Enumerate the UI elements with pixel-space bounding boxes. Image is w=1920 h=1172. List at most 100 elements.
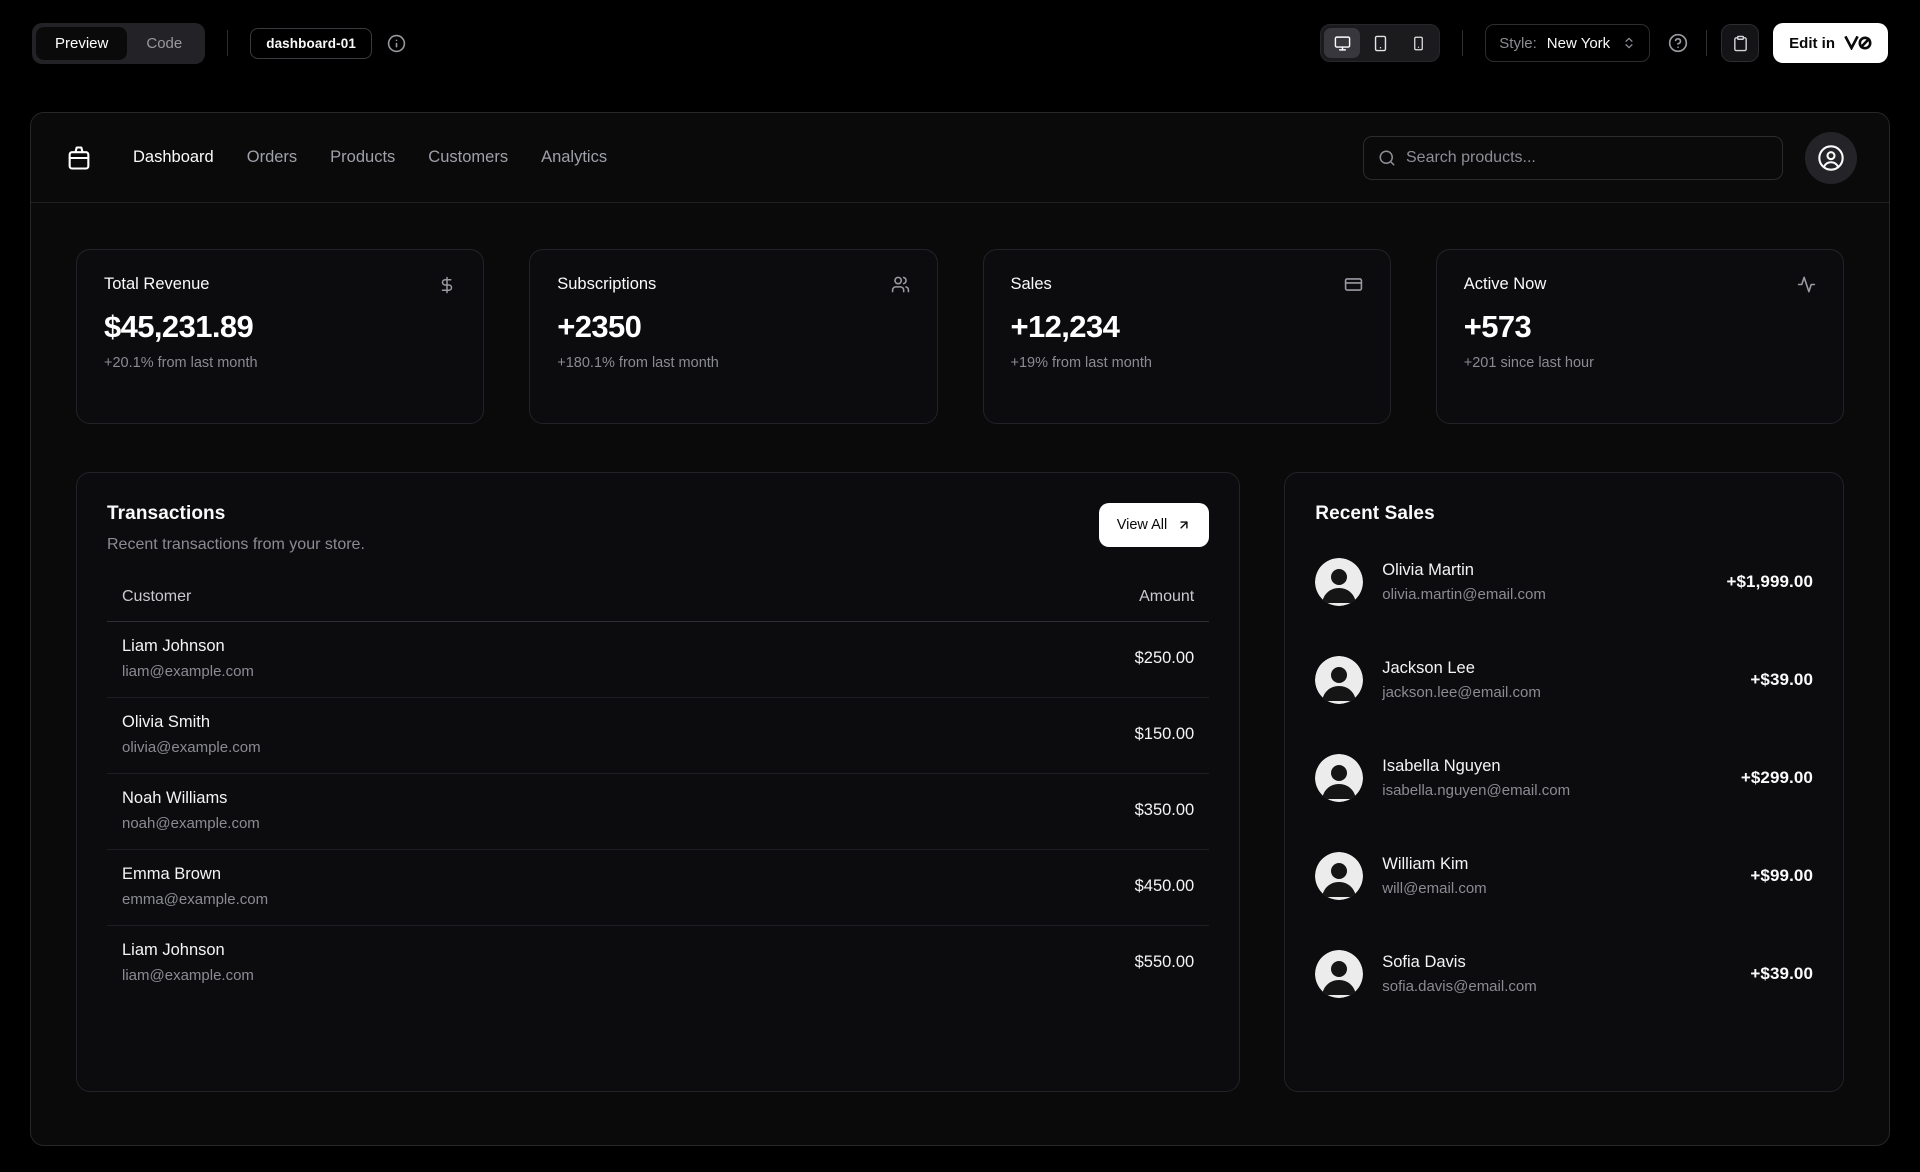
toolbar-divider	[1462, 30, 1464, 56]
circle-user-icon	[1817, 144, 1845, 172]
dashboard-preview-panel: Dashboard Orders Products Customers Anal…	[30, 112, 1890, 1146]
table-row: Noah Williams noah@example.com $350.00	[107, 773, 1210, 850]
search-input[interactable]	[1406, 148, 1768, 167]
search-box	[1363, 135, 1783, 180]
search-icon	[1378, 149, 1396, 167]
transaction-amount: $150.00	[837, 697, 1210, 774]
credit-card-icon	[1344, 275, 1363, 294]
list-item: Sofia Davis sofia.davis@email.com +$39.0…	[1315, 950, 1813, 998]
transactions-table: Customer Amount Liam Johnson liam@exampl…	[107, 588, 1210, 1002]
stat-value: +2350	[557, 309, 642, 344]
customer-email: emma@example.com	[122, 891, 269, 908]
clipboard-icon[interactable]	[1721, 24, 1760, 62]
customer-name: Olivia Smith	[122, 713, 211, 731]
preview-toolbar: Preview Code dashboard-01 Style: New Yor…	[0, 0, 1920, 86]
stat-title: Total Revenue	[104, 275, 210, 293]
toolbar-divider	[1706, 30, 1708, 56]
stats-row: Total Revenue $45,231.89 +20.1% from las…	[76, 249, 1844, 424]
column-header-customer: Customer	[107, 588, 838, 622]
customer-email: liam@example.com	[122, 967, 254, 984]
recent-sales-card: Recent Sales Olivia Martin olivia.martin…	[1284, 472, 1844, 1092]
nav-item-analytics[interactable]: Analytics	[541, 148, 607, 167]
transactions-title: Transactions	[107, 503, 226, 524]
toolbar-right-group: Style: New York Edit in	[1320, 23, 1888, 63]
sale-customer-name: William Kim	[1382, 855, 1469, 873]
main-nav: Dashboard Orders Products Customers Anal…	[133, 148, 607, 167]
avatar	[1315, 950, 1364, 998]
transaction-amount: $350.00	[837, 773, 1210, 850]
toolbar-divider	[227, 30, 229, 56]
nav-item-dashboard[interactable]: Dashboard	[133, 148, 214, 167]
tablet-viewport-button[interactable]	[1362, 28, 1398, 58]
nav-item-customers[interactable]: Customers	[428, 148, 508, 167]
sale-amount: +$299.00	[1740, 768, 1813, 787]
style-label: Style:	[1499, 34, 1537, 52]
transaction-amount: $250.00	[837, 621, 1210, 698]
stat-value: +573	[1463, 309, 1532, 344]
block-name-badge: dashboard-01	[250, 27, 372, 59]
edit-in-v0-button[interactable]: Edit in	[1773, 23, 1888, 63]
nav-item-orders[interactable]: Orders	[247, 148, 297, 167]
table-row: Emma Brown emma@example.com $450.00	[107, 849, 1210, 926]
style-value: New York	[1546, 34, 1611, 52]
sale-customer-email: olivia.martin@email.com	[1382, 586, 1546, 603]
stat-value: $45,231.89	[104, 309, 254, 344]
sale-customer-email: sofia.davis@email.com	[1382, 978, 1537, 995]
view-all-button[interactable]: View All	[1098, 503, 1210, 547]
preview-tab[interactable]: Preview	[36, 26, 128, 60]
sale-customer-name: Sofia Davis	[1382, 953, 1466, 971]
v0-logo-icon	[1844, 36, 1872, 50]
viewport-toggle-group	[1320, 24, 1441, 62]
stat-change: +201 since last hour	[1463, 355, 1594, 371]
customer-email: liam@example.com	[122, 663, 254, 680]
help-icon[interactable]	[1668, 33, 1688, 53]
main-row: Transactions Recent transactions from yo…	[76, 472, 1844, 1092]
transactions-card: Transactions Recent transactions from yo…	[76, 472, 1241, 1092]
users-icon	[891, 275, 910, 294]
stat-change: +20.1% from last month	[104, 355, 258, 371]
stat-title: Active Now	[1463, 275, 1547, 293]
code-tab[interactable]: Code	[127, 27, 201, 60]
smartphone-icon	[1411, 36, 1426, 51]
table-row: Liam Johnson liam@example.com $250.00	[107, 621, 1210, 698]
stat-card-sales: Sales +12,234 +19% from last month	[982, 249, 1391, 424]
chevrons-up-down-icon	[1622, 36, 1636, 50]
sale-customer-email: will@email.com	[1382, 880, 1487, 897]
tablet-icon	[1372, 35, 1389, 52]
sale-customer-name: Olivia Martin	[1382, 561, 1474, 579]
mobile-viewport-button[interactable]	[1400, 28, 1436, 58]
stat-change: +180.1% from last month	[557, 355, 719, 371]
nav-item-products[interactable]: Products	[330, 148, 395, 167]
sale-amount: +$39.00	[1750, 964, 1813, 983]
customer-email: noah@example.com	[122, 815, 260, 832]
style-select[interactable]: Style: New York	[1485, 24, 1651, 62]
transaction-amount: $550.00	[1134, 953, 1195, 971]
stat-title: Subscriptions	[557, 275, 657, 293]
user-menu-button[interactable]	[1805, 131, 1857, 184]
stat-card-total-revenue: Total Revenue $45,231.89 +20.1% from las…	[76, 249, 485, 424]
customer-email: olivia@example.com	[122, 739, 261, 756]
store-icon[interactable]	[65, 144, 93, 172]
customer-name: Liam Johnson	[122, 941, 225, 959]
stat-change: +19% from last month	[1010, 355, 1152, 371]
recent-sales-list: Olivia Martin olivia.martin@email.com +$…	[1315, 558, 1813, 998]
table-row: Liam Johnson liam@example.com $550.00	[107, 926, 1209, 1002]
list-item: William Kim will@email.com +$99.00	[1315, 852, 1813, 900]
avatar	[1315, 852, 1364, 900]
dollar-sign-icon	[438, 276, 456, 294]
sale-amount: +$39.00	[1750, 670, 1813, 689]
list-item: Jackson Lee jackson.lee@email.com +$39.0…	[1315, 656, 1813, 704]
stat-card-subscriptions: Subscriptions +2350 +180.1% from last mo…	[529, 249, 938, 424]
activity-icon	[1797, 275, 1816, 294]
dashboard-content: Total Revenue $45,231.89 +20.1% from las…	[31, 203, 1889, 1092]
desktop-viewport-button[interactable]	[1324, 28, 1361, 58]
sale-customer-email: isabella.nguyen@email.com	[1382, 782, 1571, 799]
sale-amount: +$1,999.00	[1726, 572, 1813, 591]
avatar	[1315, 558, 1364, 606]
mode-toggle: Preview Code	[32, 22, 206, 64]
sale-customer-email: jackson.lee@email.com	[1382, 684, 1541, 701]
info-icon[interactable]	[387, 34, 406, 53]
table-row: Olivia Smith olivia@example.com $150.00	[107, 697, 1210, 774]
avatar	[1315, 754, 1364, 802]
customer-name: Noah Williams	[122, 789, 228, 807]
